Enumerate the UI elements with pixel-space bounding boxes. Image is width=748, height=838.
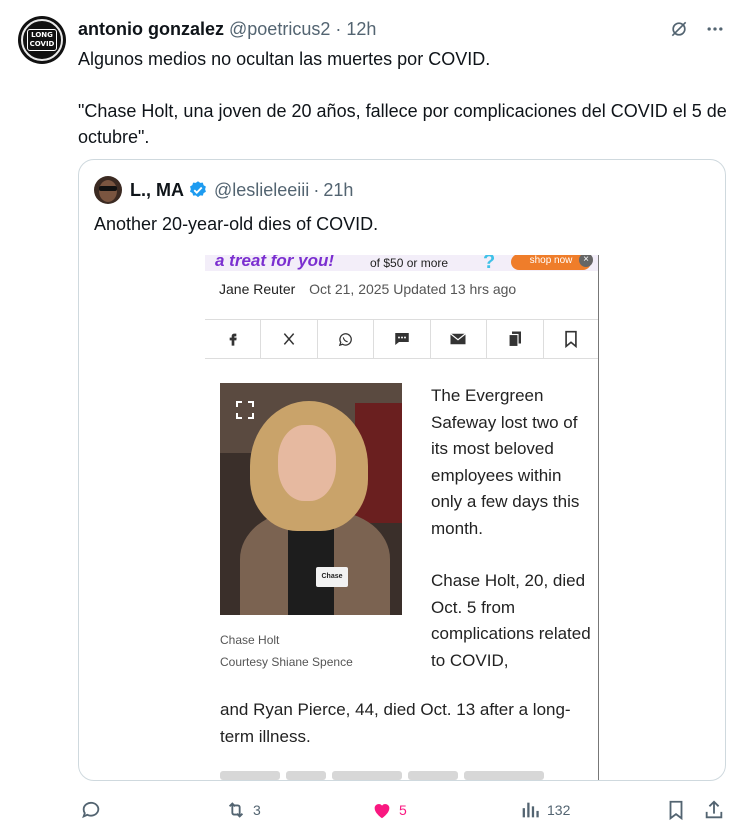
photo-face: [278, 425, 336, 501]
article-paragraph-2-end: and Ryan Pierce, 44, died Oct. 13 after …: [220, 700, 571, 746]
quoted-author-avatar[interactable]: [94, 176, 122, 204]
x-share-icon: [261, 320, 318, 358]
caption-credit: Courtesy Shiane Spence: [220, 655, 353, 669]
header-separator: ·: [335, 19, 342, 39]
retweet-count: 3: [253, 802, 261, 818]
article-photo: Chase: [220, 383, 402, 615]
photo-name-tag: Chase: [316, 567, 348, 587]
ad-headline: a treat for you!: [215, 255, 335, 270]
quoted-tweet-text: Another 20-year-old dies of COVID.: [94, 214, 379, 234]
article-paragraph-2-start: Chase Holt, 20, died Oct. 5 from complic…: [431, 571, 591, 670]
share-bar: [205, 319, 598, 359]
tweet-top-actions: [668, 18, 726, 40]
reply-icon: [82, 801, 100, 819]
quoted-tweet[interactable]: L., MA @leslieleeiii · 21h Another 20-ye…: [78, 159, 726, 781]
email-icon: [431, 320, 488, 358]
heart-icon: [374, 804, 390, 819]
retweet-button[interactable]: 3: [225, 795, 261, 825]
avatar-face: [99, 180, 117, 202]
quoted-author-name[interactable]: L., MA: [130, 177, 184, 203]
views-button[interactable]: 132: [519, 795, 570, 825]
verified-badge-icon: [190, 181, 206, 198]
copy-icon: [487, 320, 544, 358]
photo-caption: Chase Holt Courtesy Shiane Spence: [220, 629, 353, 673]
article-screenshot[interactable]: a treat for you! of $50 or more ? shop n…: [205, 255, 599, 780]
author-handle[interactable]: @poetricus2: [229, 19, 330, 39]
article-author: Jane Reuter: [219, 281, 296, 297]
article-byline: Jane Reuter Oct 21, 2025 Updated 13 hrs …: [219, 281, 516, 297]
tweet-text-line-2: "Chase Holt, una joven de 20 años, falle…: [78, 101, 727, 147]
quoted-author-handle[interactable]: @leslieleeiii: [214, 177, 309, 203]
ad-subtext: of $50 or more: [370, 256, 449, 270]
author-avatar[interactable]: LONG COVID: [18, 16, 66, 64]
ad-close-icon: ×: [579, 255, 593, 267]
tweet-text-line-1: Algunos medios no ocultan las muertes po…: [78, 49, 491, 69]
expand-icon: [236, 401, 254, 419]
article-cutoff-text: [220, 767, 590, 780]
bookmark-button[interactable]: [665, 795, 687, 825]
ad-question-mark: ?: [483, 255, 496, 273]
bookmark-icon: [669, 800, 683, 821]
tweet-timestamp[interactable]: 12h: [346, 19, 376, 39]
tweet-actions-bar: 3 5 132: [78, 795, 728, 825]
tweet: LONG COVID antonio gonzalez @poetricus2 …: [0, 0, 748, 838]
share-icon: [705, 800, 723, 819]
grok-icon[interactable]: [668, 18, 690, 40]
tweet-header: antonio gonzalez @poetricus2 · 12h: [78, 17, 376, 41]
ad-banner: a treat for you! of $50 or more ? shop n…: [205, 255, 598, 273]
author-name[interactable]: antonio gonzalez: [78, 19, 224, 39]
retweet-icon: [228, 802, 244, 818]
avatar-logo: LONG COVID: [27, 29, 57, 51]
quoted-header-separator: ·: [313, 180, 320, 200]
article-body-column: The Evergreen Safeway lost two of its mo…: [431, 383, 591, 674]
tweet-text: Algunos medios no ocultan las muertes po…: [78, 46, 728, 150]
caption-name: Chase Holt: [220, 633, 280, 647]
avatar-glasses: [99, 186, 117, 191]
share-button[interactable]: [703, 795, 725, 825]
article-paragraph-1: The Evergreen Safeway lost two of its mo…: [431, 386, 580, 538]
like-button[interactable]: 5: [371, 795, 407, 825]
sms-icon: [374, 320, 431, 358]
more-options-icon[interactable]: [704, 18, 726, 40]
facebook-icon: [205, 320, 262, 358]
quoted-tweet-header: L., MA @leslieleeiii · 21h: [94, 176, 353, 204]
views-count: 132: [547, 802, 571, 818]
bookmark-article-icon: [544, 320, 598, 358]
article-date: Oct 21, 2025 Updated 13 hrs ago: [309, 281, 517, 297]
quoted-timestamp[interactable]: 21h: [323, 177, 353, 203]
views-icon: [522, 802, 539, 818]
whatsapp-icon: [318, 320, 375, 358]
like-count: 5: [399, 802, 407, 818]
reply-button[interactable]: [80, 795, 108, 825]
